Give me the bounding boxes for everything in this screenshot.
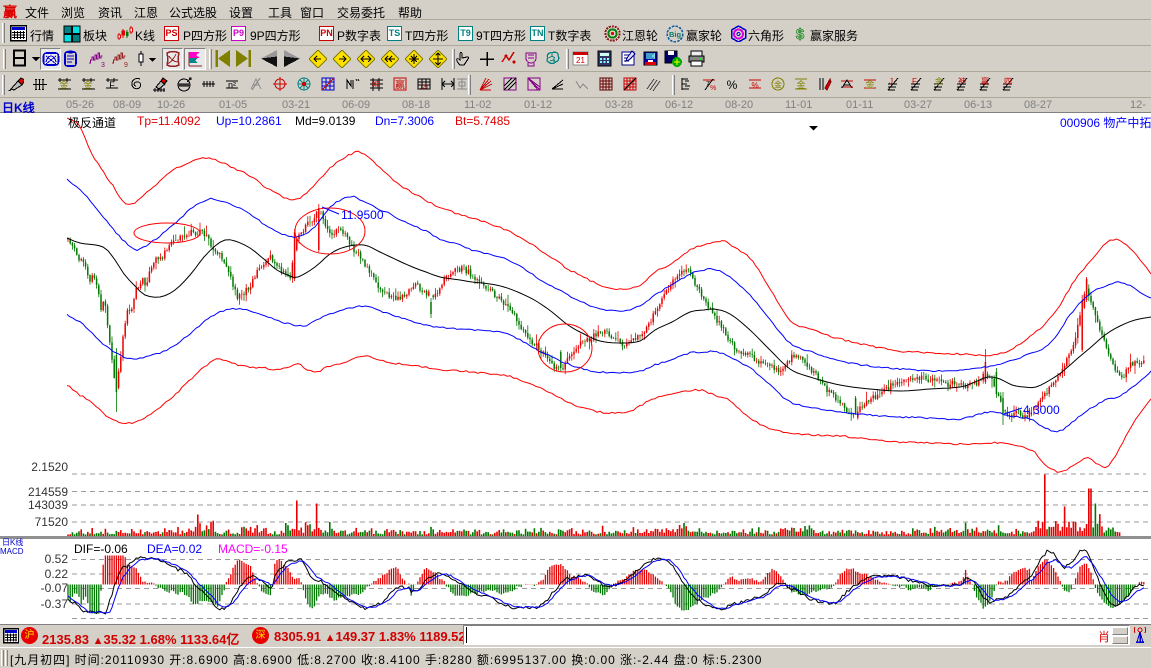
svg-text:11.9500: 11.9500 bbox=[341, 208, 384, 222]
svg-text:MACD=-0.15: MACD=-0.15 bbox=[218, 542, 288, 556]
svg-text:-0.37: -0.37 bbox=[41, 597, 69, 611]
svg-text:2.1520: 2.1520 bbox=[31, 460, 68, 474]
svg-text:214559: 214559 bbox=[28, 485, 68, 499]
svg-text:金: 金 bbox=[774, 80, 782, 90]
svg-text:0.22: 0.22 bbox=[45, 567, 69, 581]
svg-text:9: 9 bbox=[124, 62, 128, 68]
svg-text:赢: 赢 bbox=[981, 76, 989, 86]
svg-text:0.52: 0.52 bbox=[45, 552, 69, 566]
svg-text:143039: 143039 bbox=[28, 498, 68, 512]
svg-text:神: 神 bbox=[958, 76, 966, 86]
svg-text:金: 金 bbox=[796, 79, 805, 90]
svg-text:%: % bbox=[710, 85, 716, 92]
svg-text:金: 金 bbox=[935, 76, 943, 86]
svg-text:%: % bbox=[751, 81, 758, 90]
svg-text:金: 金 bbox=[865, 79, 874, 90]
svg-text:21: 21 bbox=[576, 56, 585, 65]
svg-text:J: J bbox=[889, 77, 893, 86]
svg-text:F: F bbox=[912, 77, 917, 86]
svg-text:71520: 71520 bbox=[35, 515, 69, 529]
svg-text:n²: n² bbox=[228, 80, 236, 90]
svg-text:3: 3 bbox=[101, 62, 105, 68]
svg-text:$: $ bbox=[796, 26, 805, 43]
svg-text:赢: 赢 bbox=[395, 78, 405, 91]
svg-text:金: 金 bbox=[83, 79, 92, 90]
svg-text:4.3000: 4.3000 bbox=[1023, 403, 1060, 417]
svg-text:神: 神 bbox=[371, 79, 380, 90]
svg-text:F: F bbox=[109, 80, 115, 90]
svg-text:%: % bbox=[727, 78, 738, 92]
svg-text:123: 123 bbox=[420, 85, 429, 91]
svg-text:金: 金 bbox=[59, 79, 68, 90]
svg-text:DEA=0.02: DEA=0.02 bbox=[147, 542, 202, 556]
svg-text:DIF=-0.06: DIF=-0.06 bbox=[74, 542, 128, 556]
svg-text:日K线: 日K线 bbox=[2, 537, 23, 547]
svg-text:四: 四 bbox=[1004, 77, 1012, 86]
svg-text:MACD: MACD bbox=[0, 547, 24, 556]
svg-text:Big: Big bbox=[669, 30, 682, 39]
svg-text:-0.07: -0.07 bbox=[41, 581, 69, 595]
